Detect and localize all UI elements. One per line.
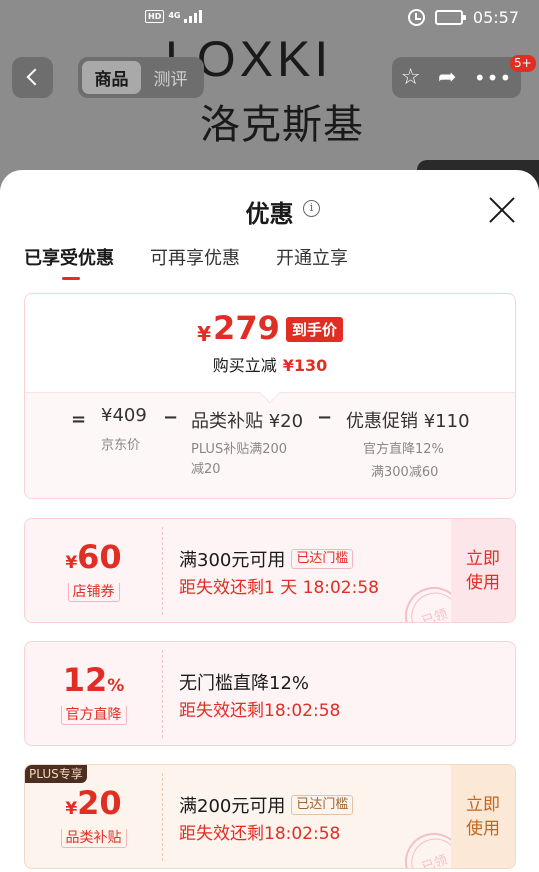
dashed-divider bbox=[162, 773, 163, 861]
coupon-condition: 满200元可用 已达门槛 bbox=[179, 792, 354, 818]
promo-desc-line1: 官方直降12% bbox=[363, 442, 444, 457]
final-price: ¥279 bbox=[197, 309, 280, 347]
subsidy-amount: 品类补贴 ¥20 bbox=[191, 411, 304, 432]
coupon-type-tag: 官方直降 bbox=[25, 704, 162, 725]
price-breakdown: = ¥409 京东价 − 品类补贴 ¥20 PLUS补贴满200 减20 − 优… bbox=[25, 380, 515, 498]
close-icon[interactable] bbox=[488, 196, 516, 224]
coupon-value-area: ¥20 品类补贴 bbox=[25, 765, 162, 868]
reduce-row: 购买立减 ¥130 bbox=[25, 352, 515, 376]
coupon-value-area: 12% 官方直降 bbox=[25, 642, 162, 745]
coupon-value-area: ¥60 店铺券 bbox=[25, 519, 162, 622]
tab-product[interactable]: 商品 bbox=[82, 61, 141, 94]
coupon-card: PLUS专享 ¥20 品类补贴 满200元可用 已达门槛 距失效还剩18:02:… bbox=[24, 764, 516, 869]
more-icon[interactable]: ••• bbox=[474, 68, 512, 88]
final-price-tag: 到手价 bbox=[285, 317, 343, 342]
reduce-amount: ¥130 bbox=[282, 356, 328, 375]
message-badge: 5+ bbox=[510, 55, 536, 72]
coupon-type-tag: 店铺券 bbox=[25, 581, 162, 602]
base-price: ¥409 bbox=[101, 405, 147, 426]
background-product-page: HD 4G 05:57 LOXKI 洛克斯基 商品 测评 ☆ ➦ ••• 5+ bbox=[0, 0, 539, 190]
coupon-value: 12% bbox=[62, 661, 125, 699]
coupon-value: ¥60 bbox=[65, 538, 122, 576]
promo-amount: 优惠促销 ¥110 bbox=[346, 411, 470, 432]
coupon-card: 12% 官方直降 无门槛直降12% 距失效还剩18:02:58 bbox=[24, 641, 516, 746]
info-icon[interactable]: i bbox=[303, 200, 320, 217]
coupon-card: ¥60 店铺券 满300元可用 已达门槛 距失效还剩1 天 18:02:58 已… bbox=[24, 518, 516, 623]
share-icon[interactable]: ➦ bbox=[438, 66, 456, 89]
coupon-expire: 距失效还剩1 天 18:02:58 bbox=[179, 578, 379, 598]
use-now-button[interactable]: 立即 使用 bbox=[451, 765, 515, 868]
coupon-condition: 满300元可用 已达门槛 bbox=[179, 546, 354, 572]
hd-icon: HD bbox=[145, 9, 165, 23]
clock: 05:57 bbox=[472, 8, 519, 27]
alarm-icon bbox=[407, 9, 425, 26]
coupon-expire: 距失效还剩18:02:58 bbox=[179, 701, 341, 721]
subsidy-desc-line1: PLUS补贴满200 bbox=[191, 442, 288, 457]
status-right: 05:57 bbox=[407, 8, 519, 27]
status-left: HD 4G bbox=[145, 9, 203, 23]
network-type-label: 4G bbox=[168, 11, 181, 20]
dashed-divider bbox=[162, 527, 163, 615]
promo-desc-line2: 满300减60 bbox=[371, 465, 439, 480]
favorite-star-icon[interactable]: ☆ bbox=[401, 66, 421, 89]
equals-sign: = bbox=[71, 409, 87, 430]
discount-sheet: 优惠 i 已享受优惠 可再享优惠 开通立享 ¥279 到手价 购买立减 ¥130 … bbox=[0, 170, 539, 872]
subsidy-desc-line2: 减20 bbox=[191, 462, 221, 477]
use-now-button[interactable]: 立即 使用 bbox=[451, 519, 515, 622]
tab-review[interactable]: 测评 bbox=[141, 61, 200, 94]
discount-tabs: 已享受优惠 可再享优惠 开通立享 bbox=[24, 244, 348, 280]
minus-sign: − bbox=[163, 407, 179, 428]
coupon-value: ¥20 bbox=[65, 784, 122, 822]
top-tools: ☆ ➦ ••• bbox=[392, 57, 521, 98]
tab-enjoyed-discounts[interactable]: 已享受优惠 bbox=[24, 244, 114, 280]
battery-icon bbox=[434, 10, 466, 25]
minus-sign: − bbox=[317, 407, 333, 428]
dashed-divider bbox=[162, 650, 163, 738]
sheet-title: 优惠 bbox=[245, 200, 294, 228]
final-price-area: ¥279 到手价 购买立减 ¥130 bbox=[25, 294, 515, 392]
final-price-row: ¥279 到手价 bbox=[25, 310, 515, 346]
tab-more-discounts[interactable]: 可再享优惠 bbox=[150, 244, 240, 280]
threshold-reached-badge: 已达门槛 bbox=[291, 795, 354, 815]
back-button[interactable] bbox=[12, 57, 53, 98]
product-tabs: 商品 测评 bbox=[78, 57, 204, 98]
signal-icon bbox=[184, 9, 203, 23]
reduce-label: 购买立减 bbox=[212, 356, 277, 375]
base-price-label: 京东价 bbox=[101, 438, 141, 453]
brand-logo-cn: 洛克斯基 bbox=[200, 102, 364, 148]
price-summary-card: ¥279 到手价 购买立减 ¥130 = ¥409 京东价 − 品类补贴 ¥20 … bbox=[24, 293, 516, 499]
threshold-reached-badge: 已达门槛 bbox=[291, 549, 354, 569]
coupon-expire: 距失效还剩18:02:58 bbox=[179, 824, 341, 844]
coupon-type-tag: 品类补贴 bbox=[25, 827, 162, 848]
tab-open-to-enjoy[interactable]: 开通立享 bbox=[276, 244, 348, 280]
coupon-condition: 无门槛直降12% bbox=[179, 673, 310, 694]
